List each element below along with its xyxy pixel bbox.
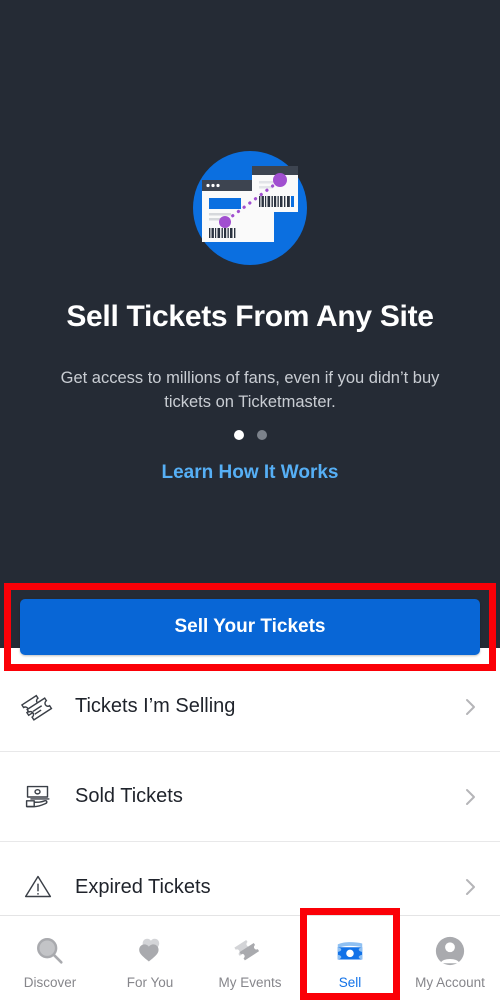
carousel-dot-1[interactable] [233, 430, 244, 440]
money-hand-icon [18, 777, 58, 817]
chevron-right-icon [464, 696, 478, 718]
hearts-icon [134, 934, 166, 968]
nav-item-sell[interactable]: Sell [300, 916, 400, 1003]
nav-item-discover[interactable]: Discover [0, 916, 100, 1003]
person-icon [434, 934, 466, 968]
nav-item-label: My Account [415, 974, 485, 990]
hero-section: Sell Tickets From Any Site Get access to… [0, 0, 500, 648]
nav-item-for-you[interactable]: For You [100, 916, 200, 1003]
nav-item-my-events[interactable]: My Events [200, 916, 300, 1003]
chevron-right-icon [464, 786, 478, 808]
bottom-navigation-bar: Discover For You My Events Sell My Accou… [0, 915, 500, 1003]
menu-row-tickets-im-selling[interactable]: Tickets I’m Selling [0, 662, 500, 752]
sell-screen: Sell Tickets From Any Site Get access to… [0, 0, 500, 1003]
sell-menu-list: Tickets I’m Selling Sold Tickets Expired… [0, 662, 500, 932]
menu-row-sold-tickets[interactable]: Sold Tickets [0, 752, 500, 842]
sell-your-tickets-container: Sell Your Tickets [20, 599, 480, 655]
nav-item-label: For You [126, 974, 174, 990]
menu-row-label: Sold Tickets [75, 785, 183, 807]
money-icon [334, 934, 366, 968]
sell-tickets-illustration [190, 148, 310, 268]
hero-subtitle: Get access to millions of fans, even if … [60, 369, 440, 411]
warning-triangle-icon [18, 867, 58, 907]
page-title: Sell Tickets From Any Site [66, 300, 434, 333]
menu-row-label: Tickets I’m Selling [75, 695, 236, 717]
nav-item-label: Discover [23, 974, 77, 990]
sell-your-tickets-button[interactable]: Sell Your Tickets [20, 599, 480, 655]
nav-item-label: My Events [218, 974, 282, 990]
nav-item-label: Sell [338, 974, 362, 990]
tickets-icon [18, 687, 58, 727]
carousel-dot-2[interactable] [256, 430, 267, 440]
learn-how-it-works-link[interactable]: Learn How It Works [0, 462, 500, 484]
menu-row-label: Expired Tickets [75, 875, 211, 898]
nav-item-my-account[interactable]: My Account [400, 916, 500, 1003]
search-icon [34, 934, 66, 968]
chevron-right-icon [464, 876, 478, 898]
carousel-dots [0, 430, 500, 440]
tickets-icon [234, 934, 266, 968]
